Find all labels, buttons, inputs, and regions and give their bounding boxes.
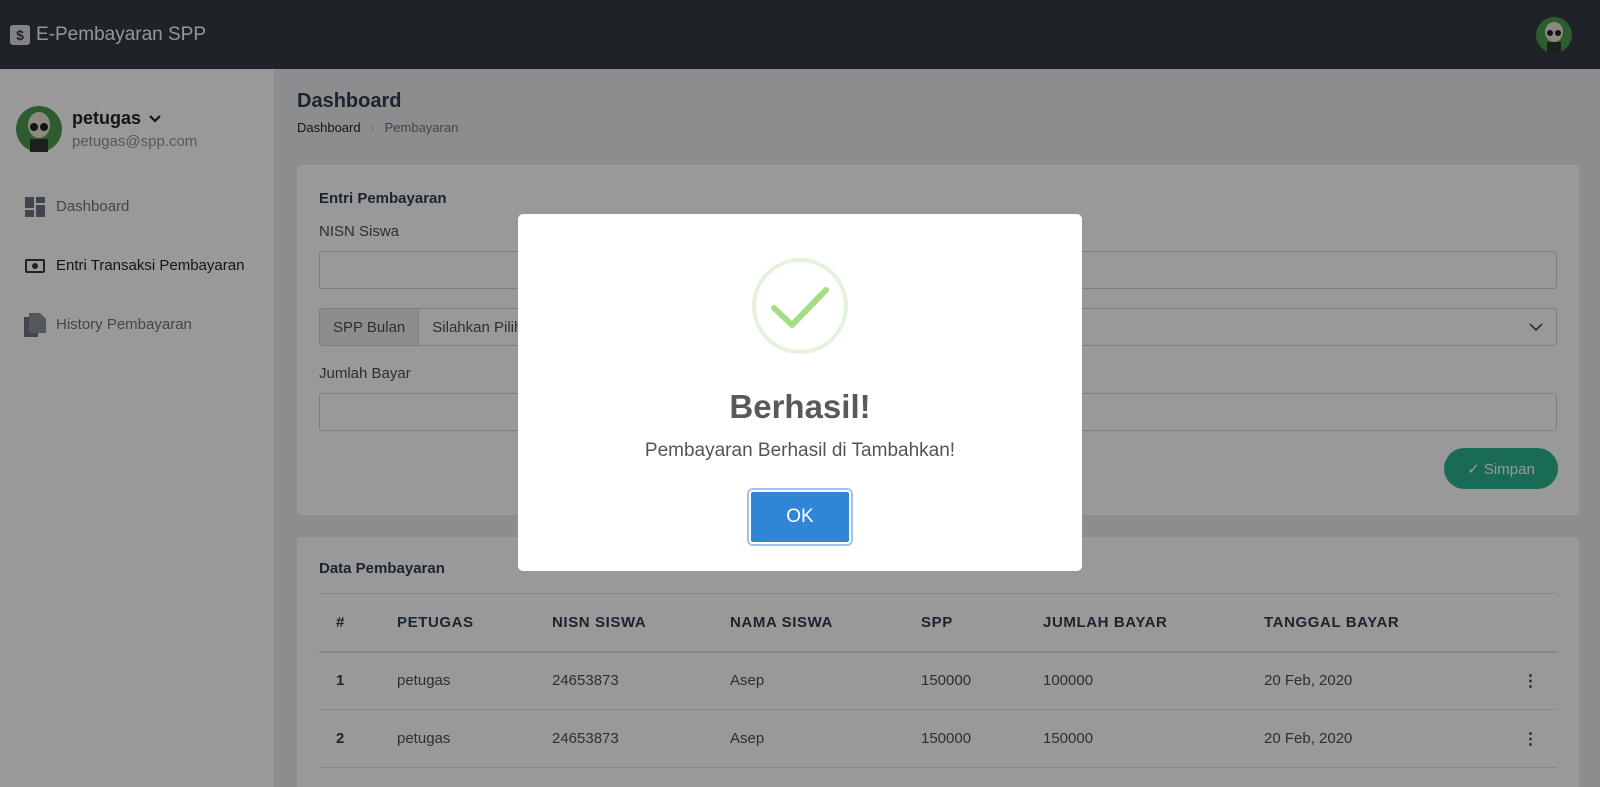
dialog-message: Pembayaran Berhasil di Tambahkan! [644, 440, 956, 461]
success-dialog: Berhasil! Pembayaran Berhasil di Tambahk… [518, 214, 1082, 571]
ok-button[interactable]: OK [749, 490, 851, 544]
success-check-icon [752, 258, 848, 354]
dialog-title: Berhasil! [729, 388, 871, 425]
